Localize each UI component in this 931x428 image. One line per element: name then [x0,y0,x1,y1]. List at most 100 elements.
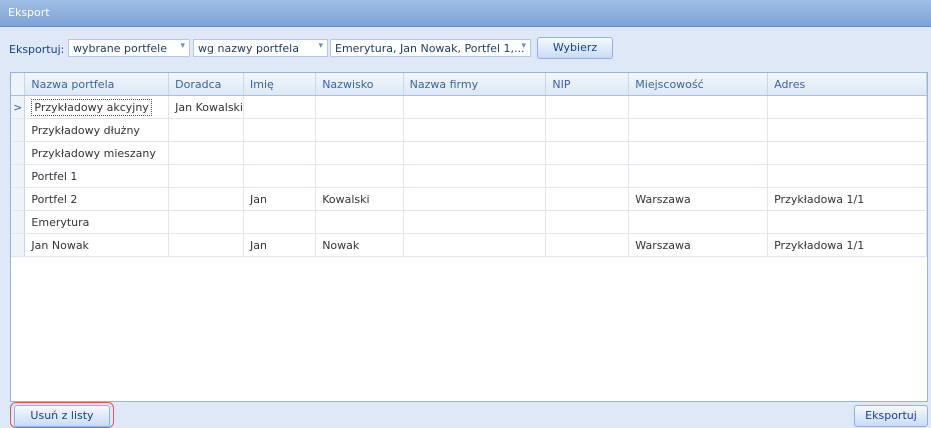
table-cell[interactable]: Portfel 2 [24,187,170,211]
table-body: > Przykładowy akcyjny Jan Kowalski Przykład… [11,95,927,257]
table-row[interactable]: Portfel 1 [11,164,927,188]
portfolios-table: Nazwa portfela Doradca Imię Nazwisko Naz… [11,73,927,257]
table-cell[interactable] [403,233,547,257]
table-cell[interactable] [545,118,630,142]
column-header-doradca[interactable]: Doradca [168,73,244,96]
table-cell[interactable] [403,95,547,119]
cell-text: Jan [249,192,267,206]
cell-text: Warszawa [635,238,691,252]
table-cell[interactable] [767,164,927,188]
cell-text: Jan Kowalski [175,100,243,114]
table-cell[interactable] [545,233,630,257]
table-cell[interactable] [243,141,317,165]
cell-text: Warszawa [635,192,691,206]
chevron-down-icon: ▾ [318,41,323,51]
column-header-miejscowosc[interactable]: Miejscowość [628,73,769,96]
portfolios-value: Emerytura, Jan Nowak, Portfel 1,... [335,42,525,55]
table-cell[interactable] [168,164,244,188]
table-cell[interactable] [403,187,547,211]
table-row[interactable]: Emerytura [11,210,927,234]
portfolios-grid[interactable]: Nazwa portfela Doradca Imię Nazwisko Naz… [10,72,928,402]
table-row[interactable]: Przykładowy mieszany [11,141,927,165]
cell-text: Przykładowy dłużny [31,123,140,137]
cell-text: Przykładowa 1/1 [774,192,865,206]
export-button[interactable]: Eksportuj [854,405,928,427]
table-cell[interactable] [545,210,630,234]
table-cell[interactable] [315,164,404,188]
table-cell[interactable]: Jan Kowalski [168,95,244,119]
cell-text: Przykładowy akcyjny [31,98,152,116]
table-cell[interactable]: Jan [243,233,317,257]
cell-text: Kowalski [322,192,370,206]
table-cell[interactable]: Przykładowa 1/1 [767,233,927,257]
table-cell[interactable] [545,187,630,211]
export-toolbar: Eksportuj: wybrane portfele ▾ wg nazwy p… [0,27,931,65]
window-titlebar: Eksport [0,0,931,27]
table-cell[interactable]: Przykładowy akcyjny [24,95,170,119]
row-indicator-cell [11,187,26,211]
table-cell[interactable] [628,164,769,188]
column-header-adres[interactable]: Adres [767,73,927,96]
table-cell[interactable]: Warszawa [628,233,769,257]
portfolios-select[interactable]: Emerytura, Jan Nowak, Portfel 1,... ▾ [330,39,531,57]
table-cell[interactable]: Nowak [315,233,404,257]
column-header-nazwisko[interactable]: Nazwisko [315,73,404,96]
table-cell[interactable] [243,164,317,188]
table-cell[interactable] [628,210,769,234]
table-cell[interactable] [168,233,244,257]
table-cell[interactable] [545,164,630,188]
table-cell[interactable]: Jan Nowak [24,233,170,257]
table-cell[interactable] [545,95,630,119]
table-cell[interactable]: Kowalski [315,187,404,211]
table-cell[interactable] [628,95,769,119]
row-pointer-icon: > [11,95,26,119]
column-header-imie[interactable]: Imię [243,73,317,96]
table-cell[interactable]: Warszawa [628,187,769,211]
table-cell[interactable] [168,118,244,142]
cell-text: Nowak [322,238,360,252]
row-indicator-cell [11,118,26,142]
export-mode-value: wybrane portfele [73,42,167,55]
cell-text: Emerytura [31,215,90,229]
table-cell[interactable] [403,210,547,234]
table-cell[interactable] [315,118,404,142]
sort-select[interactable]: wg nazwy portfela ▾ [193,39,328,57]
table-cell[interactable] [403,164,547,188]
table-cell[interactable] [315,95,404,119]
table-cell[interactable] [168,141,244,165]
table-cell[interactable] [767,210,927,234]
column-header-nip[interactable]: NIP [545,73,630,96]
table-cell[interactable]: Przykładowy mieszany [24,141,170,165]
table-cell[interactable] [403,118,547,142]
table-cell[interactable] [767,118,927,142]
table-cell[interactable]: Przykładowy dłużny [24,118,170,142]
column-header-nazwa-firmy[interactable]: Nazwa firmy [403,73,547,96]
table-cell[interactable] [243,95,317,119]
table-cell[interactable] [403,141,547,165]
column-header-nazwa-portfela[interactable]: Nazwa portfela [24,73,170,96]
cell-text: Przykładowy mieszany [31,146,156,160]
table-cell[interactable] [628,118,769,142]
table-cell[interactable] [315,210,404,234]
table-cell[interactable] [315,141,404,165]
table-cell[interactable] [767,141,927,165]
table-cell[interactable]: Portfel 1 [24,164,170,188]
table-header-row: Nazwa portfela Doradca Imię Nazwisko Naz… [11,73,927,96]
choose-button[interactable]: Wybierz [537,37,613,59]
cell-text: Przykładowa 1/1 [774,238,865,252]
table-cell[interactable]: Emerytura [24,210,170,234]
table-cell[interactable] [168,210,244,234]
table-cell[interactable]: Jan [243,187,317,211]
table-row[interactable]: > Przykładowy akcyjny Jan Kowalski [11,95,927,119]
table-cell[interactable] [168,187,244,211]
table-cell[interactable] [243,210,317,234]
table-row[interactable]: Portfel 2 Jan Kowalski Warszawa Przykładowa … [11,187,927,211]
table-cell[interactable] [628,141,769,165]
table-cell[interactable] [767,95,927,119]
table-cell[interactable]: Przykładowa 1/1 [767,187,927,211]
table-cell[interactable] [243,118,317,142]
table-row[interactable]: Jan Nowak Jan Nowak Warszawa Przykładowa 1/1 [11,233,927,257]
table-row[interactable]: Przykładowy dłużny [11,118,927,142]
export-mode-select[interactable]: wybrane portfele ▾ [68,39,190,57]
table-cell[interactable] [545,141,630,165]
